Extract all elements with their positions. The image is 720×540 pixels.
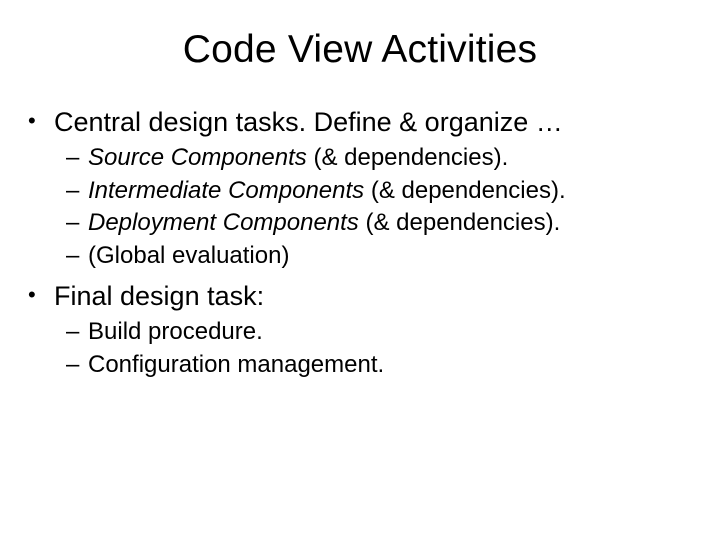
sub-bullet: Intermediate Components (& dependencies)… xyxy=(20,175,700,207)
plain-text: (& dependencies). xyxy=(307,144,508,171)
plain-text: (& dependencies). xyxy=(364,177,565,204)
sub-bullet: Configuration management. xyxy=(20,349,700,381)
sub-bullet: Build procedure. xyxy=(20,316,700,348)
bullet-final-design: Final design task: xyxy=(20,278,700,314)
emphasis-text: Deployment Components xyxy=(88,209,359,236)
sub-bullet: Deployment Components (& dependencies). xyxy=(20,207,700,239)
emphasis-text: Source Components xyxy=(88,144,307,171)
emphasis-text: Intermediate Components xyxy=(88,177,364,204)
slide-body: Central design tasks. Define & organize … xyxy=(0,80,720,381)
plain-text: (Global evaluation) xyxy=(88,242,289,269)
sub-bullet: Source Components (& dependencies). xyxy=(20,142,700,174)
slide-title: Code View Activities xyxy=(0,0,720,80)
plain-text: (& dependencies). xyxy=(359,209,560,236)
slide: Code View Activities Central design task… xyxy=(0,0,720,540)
bullet-central-design: Central design tasks. Define & organize … xyxy=(20,104,700,140)
sub-bullet: (Global evaluation) xyxy=(20,240,700,272)
